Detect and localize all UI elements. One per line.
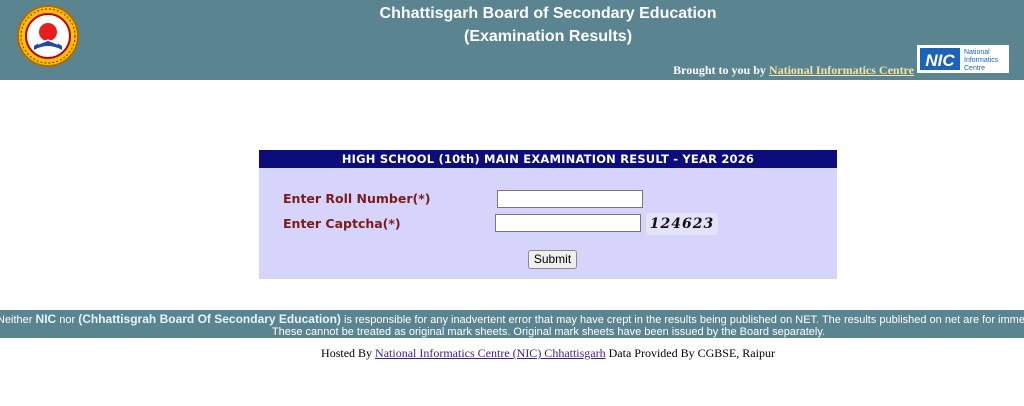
nic-logo-line1: National	[964, 49, 990, 56]
footer: Hosted By National Informatics Centre (N…	[0, 346, 1024, 361]
disclaimer-nic: NIC	[35, 312, 57, 326]
header-bar: Chhattisgarh Board of Secondary Educatio…	[0, 0, 1024, 80]
nic-link[interactable]: National Informatics Centre	[769, 63, 914, 77]
nic-chhattisgarh-link[interactable]: National Informatics Centre (NIC) Chhatt…	[375, 346, 606, 360]
disclaimer-part3: is responsible for any inadvertent error…	[344, 314, 1024, 326]
nic-logo-line2: Informatics	[964, 57, 999, 64]
nic-logo-line3: Centre	[964, 65, 985, 72]
disclaimer-line1: Neither NIC nor (Chhattisgrah Board Of S…	[0, 312, 1024, 326]
form-heading: HIGH SCHOOL (10th) MAIN EXAMINATION RESU…	[259, 150, 837, 168]
nic-logo-abbr: NIC	[925, 51, 955, 70]
disclaimer-part2: nor	[59, 314, 76, 326]
roll-number-label: Enter Roll Number(*)	[283, 191, 431, 206]
brought-by-text: Brought to you by National Informatics C…	[673, 63, 914, 78]
disclaimer-part1: Neither	[0, 314, 33, 326]
page: Chhattisgarh Board of Secondary Educatio…	[0, 0, 1024, 406]
data-provided-text: Data Provided By CGBSE, Raipur	[608, 346, 775, 360]
captcha-image: 124623	[646, 213, 718, 235]
disclaimer-bar: Neither NIC nor (Chhattisgrah Board Of S…	[0, 310, 1024, 338]
disclaimer-board: (Chhattisgrah Board Of Secondary Educati…	[78, 312, 341, 326]
brought-by-prefix: Brought to you by	[673, 63, 766, 77]
captcha-label: Enter Captcha(*)	[283, 216, 401, 231]
page-title: Chhattisgarh Board of Secondary Educatio…	[379, 5, 717, 22]
hosted-by-prefix: Hosted By	[321, 346, 373, 360]
page-subtitle: (Examination Results)	[463, 28, 633, 45]
result-form-panel: HIGH SCHOOL (10th) MAIN EXAMINATION RESU…	[259, 150, 837, 279]
disclaimer-line2: These cannot be treated as original mark…	[271, 326, 826, 338]
roll-number-input[interactable]	[497, 190, 643, 208]
captcha-input[interactable]	[495, 214, 641, 232]
submit-button[interactable]: Submit	[528, 250, 577, 269]
cgbse-emblem-icon	[16, 4, 80, 68]
nic-logo-icon: NIC National Informatics Centre	[917, 45, 1009, 73]
